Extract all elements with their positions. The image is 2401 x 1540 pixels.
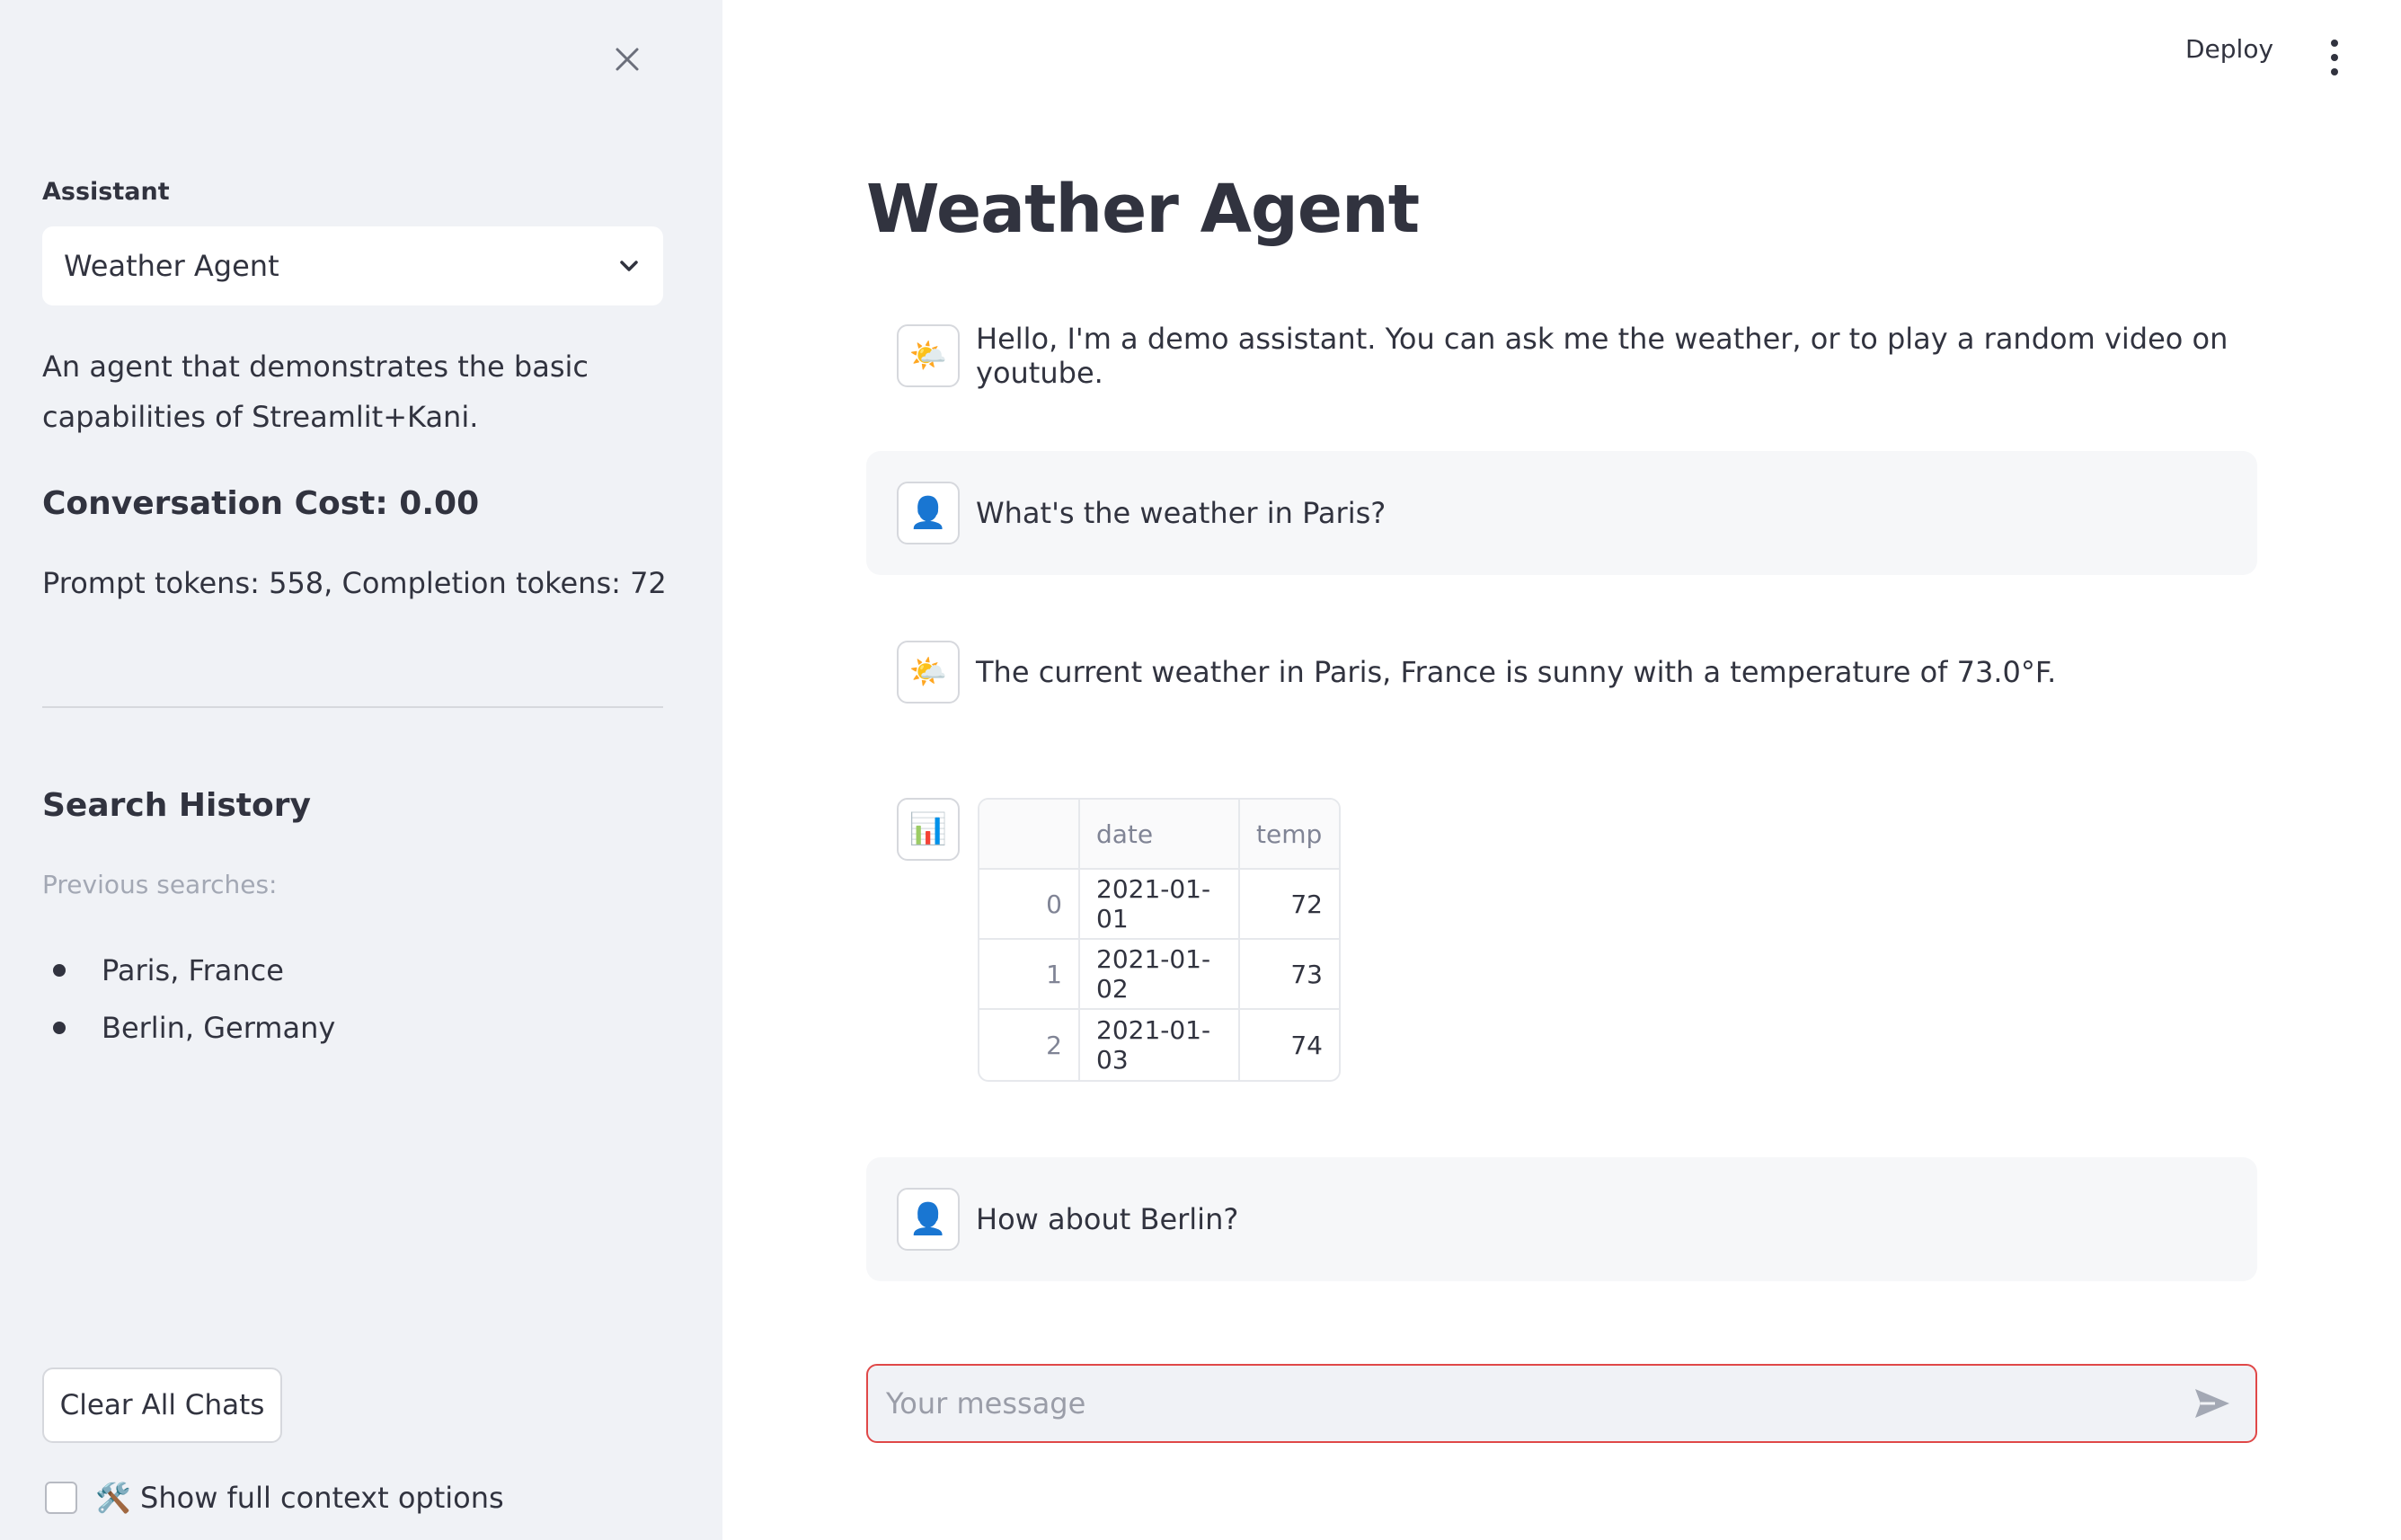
chat-input-container [866,1364,2257,1443]
previous-searches-caption: Previous searches: [42,870,278,899]
cell-date: 2021-01-03 [1080,1010,1240,1080]
sidebar-divider [42,706,663,708]
bullet-icon [53,1022,66,1034]
deploy-button[interactable]: Deploy [2185,34,2273,64]
context-options-toggle[interactable]: 🛠️ Show full context options [45,1481,504,1515]
chat-message-user: 👤 What's the weather in Paris? [866,451,2257,575]
send-icon [2195,1389,2229,1418]
sidebar: Assistant Weather Agent An agent that de… [0,0,722,1540]
assistant-label: Assistant [42,178,170,206]
row-index: 1 [979,940,1080,1010]
clear-all-chats-button[interactable]: Clear All Chats [42,1367,282,1443]
message-text: The current weather in Paris, France is … [976,655,2057,689]
cell-temp: 73 [1240,940,1339,1010]
main-menu-button[interactable] [2324,40,2345,75]
user-icon: 👤 [897,482,960,544]
search-history-heading: Search History [42,787,311,824]
chat-message-assistant: 🌤️ The current weather in Paris, France … [866,640,2257,704]
cell-date: 2021-01-01 [1080,870,1240,940]
context-options-checkbox[interactable] [45,1482,77,1514]
assistant-select[interactable]: Weather Agent [42,226,663,305]
table-row: 2 2021-01-03 74 [979,1010,1339,1080]
chat-message-user: 👤 How about Berlin? [866,1157,2257,1281]
token-counts: Prompt tokens: 558, Completion tokens: 7… [42,566,667,600]
list-item: Paris, France [42,942,335,999]
user-icon: 👤 [897,1188,960,1251]
table-header-index [979,800,1080,870]
context-options-label: 🛠️ Show full context options [95,1481,504,1515]
chat-message-table: 📊 date temp 0 2021-01-01 72 1 2021-01-02… [897,798,1341,1082]
kebab-dot [2331,40,2338,47]
bullet-icon [53,964,66,977]
message-text: How about Berlin? [976,1202,1239,1236]
assistant-select-value: Weather Agent [64,249,279,283]
table-header-row: date temp [979,800,1339,870]
conversation-cost: Conversation Cost: 0.00 [42,485,480,522]
send-button[interactable] [2187,1378,2237,1429]
sun-behind-cloud-icon: 🌤️ [897,641,960,704]
cell-temp: 72 [1240,870,1339,940]
message-text: Hello, I'm a demo assistant. You can ask… [976,322,2228,390]
close-icon [616,48,639,71]
table-row: 0 2021-01-01 72 [979,870,1339,940]
chevron-down-icon [620,261,638,271]
weather-dataframe[interactable]: date temp 0 2021-01-01 72 1 2021-01-02 7… [978,798,1341,1082]
cell-date: 2021-01-02 [1080,940,1240,1010]
search-history-list: Paris, France Berlin, Germany [42,942,335,1057]
kebab-dot [2331,68,2338,75]
table-header-date[interactable]: date [1080,800,1240,870]
assistant-description: An agent that demonstrates the basic cap… [42,350,589,434]
chat-message-input[interactable] [886,1386,2187,1421]
row-index: 0 [979,870,1080,940]
kebab-dot [2331,54,2338,61]
cell-temp: 74 [1290,1030,1323,1060]
row-index: 2 [979,1010,1080,1080]
close-sidebar-button[interactable] [604,36,651,83]
sun-behind-cloud-icon: 🌤️ [897,324,960,387]
list-item: Berlin, Germany [42,999,335,1057]
page-title: Weather Agent [866,171,1420,248]
table-header-temp[interactable]: temp [1240,800,1339,870]
table-row: 1 2021-01-02 73 [979,940,1339,1010]
bar-chart-icon: 📊 [897,798,960,861]
chat-message-assistant: 🌤️ Hello, I'm a demo assistant. You can … [866,322,2257,390]
message-text: What's the weather in Paris? [976,496,1387,530]
